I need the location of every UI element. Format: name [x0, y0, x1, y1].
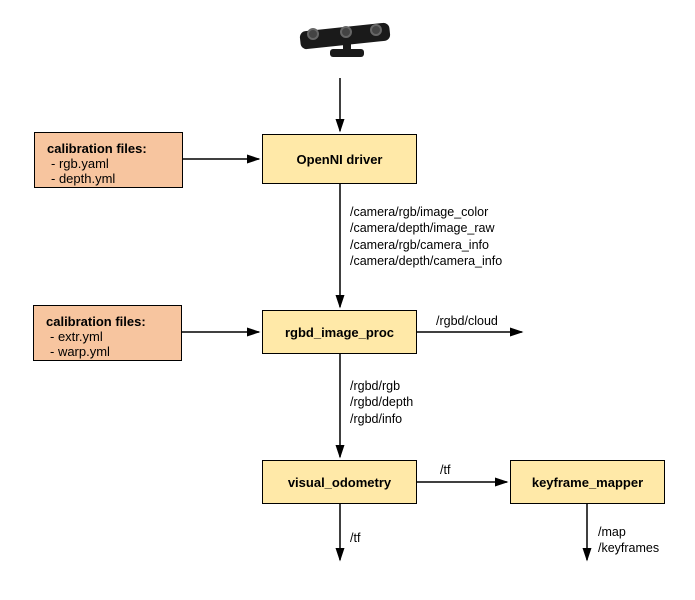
node-visual-odometry: visual_odometry [262, 460, 417, 504]
topic-line: /camera/rgb/camera_info [350, 237, 502, 253]
label-proc-to-vo: /rgbd/rgb /rgbd/depth /rgbd/info [350, 378, 413, 427]
calib1-line-1: - depth.yml [51, 171, 170, 186]
label-kf-output: /map /keyframes [598, 524, 659, 557]
label-rgbd-cloud: /rgbd/cloud [436, 313, 498, 329]
node-rgbd-image-proc: rgbd_image_proc [262, 310, 417, 354]
topic-line: /map [598, 524, 659, 540]
calib1-title: calibration files: [47, 141, 170, 156]
topic-line: /camera/depth/camera_info [350, 253, 502, 269]
calib1-line-0: - rgb.yaml [51, 156, 170, 171]
topic-line: /camera/rgb/image_color [350, 204, 502, 220]
camera-sensor-image [295, 15, 395, 70]
topic-line: /rgbd/depth [350, 394, 413, 410]
diagram-arrows [0, 0, 695, 600]
node-calibration-files-1: calibration files: - rgb.yaml - depth.ym… [34, 132, 183, 188]
label-driver-to-proc: /camera/rgb/image_color /camera/depth/im… [350, 204, 502, 269]
calib2-line-0: - extr.yml [50, 329, 169, 344]
calib2-line-1: - warp.yml [50, 344, 169, 359]
node-calibration-files-2: calibration files: - extr.yml - warp.yml [33, 305, 182, 361]
topic-line: /camera/depth/image_raw [350, 220, 502, 236]
topic-line: /rgbd/rgb [350, 378, 413, 394]
calib2-title: calibration files: [46, 314, 169, 329]
topic-line: /keyframes [598, 540, 659, 556]
node-openni-driver: OpenNI driver [262, 134, 417, 184]
topic-line: /rgbd/info [350, 411, 413, 427]
node-keyframe-mapper: keyframe_mapper [510, 460, 665, 504]
label-vo-output: /tf [350, 530, 360, 546]
label-vo-to-kf: /tf [440, 462, 450, 478]
